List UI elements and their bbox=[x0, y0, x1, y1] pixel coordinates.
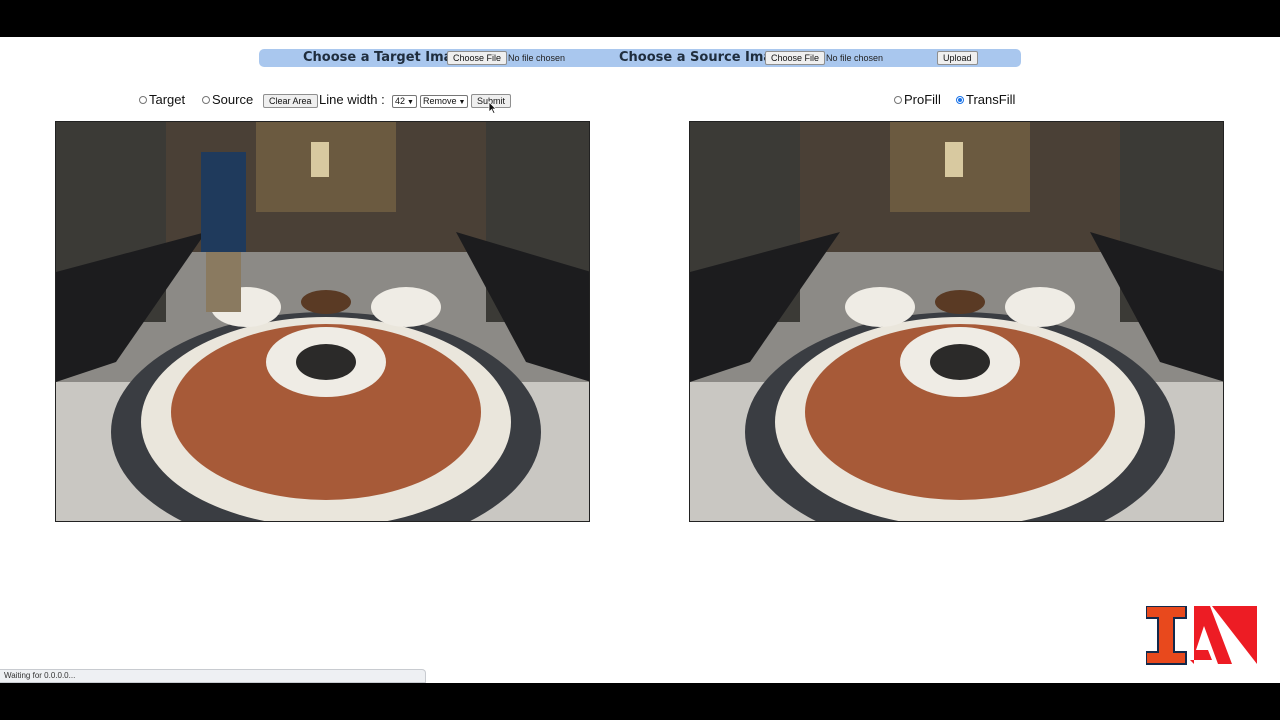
line-width-select[interactable]: 42 ▼ bbox=[392, 95, 417, 108]
university-adobe-logo bbox=[1146, 606, 1257, 665]
source-radio-label: Source bbox=[212, 92, 254, 107]
target-radio[interactable] bbox=[139, 95, 147, 104]
transfill-radio-option[interactable]: TransFill bbox=[956, 92, 1015, 107]
browser-status-bar: Waiting for 0.0.0.0... bbox=[0, 669, 426, 683]
mode-value: Remove bbox=[423, 96, 457, 106]
line-width-value: 42 bbox=[395, 96, 406, 106]
upload-bar: Choose a Target Image: Choose File No fi… bbox=[259, 49, 1021, 67]
transfill-radio-label: TransFill bbox=[966, 92, 1016, 107]
transfill-radio[interactable] bbox=[956, 95, 964, 104]
app-page: Choose a Target Image: Choose File No fi… bbox=[0, 37, 1280, 683]
chevron-down-icon: ▼ bbox=[458, 99, 466, 106]
chevron-down-icon: ▼ bbox=[407, 99, 414, 106]
source-choose-file-button[interactable]: Choose File bbox=[765, 51, 826, 65]
target-image-canvas[interactable] bbox=[55, 121, 590, 522]
target-choose-file-button[interactable]: Choose File bbox=[447, 51, 508, 65]
cathedral-floor-filled-image bbox=[690, 122, 1223, 521]
source-radio-option[interactable]: Source bbox=[202, 92, 253, 107]
cathedral-floor-image bbox=[56, 122, 589, 521]
target-radio-label: Target bbox=[149, 92, 186, 107]
mode-select[interactable]: Remove ▼ bbox=[420, 95, 469, 108]
profill-radio[interactable] bbox=[894, 95, 902, 104]
profill-radio-label: ProFill bbox=[904, 92, 941, 107]
source-radio[interactable] bbox=[202, 95, 210, 104]
profill-radio-option[interactable]: ProFill bbox=[894, 92, 941, 107]
upload-button[interactable]: Upload bbox=[937, 51, 978, 65]
target-no-file-text: No file chosen bbox=[508, 53, 566, 63]
line-width-label: Line width : bbox=[319, 92, 385, 107]
target-radio-option[interactable]: Target bbox=[139, 92, 185, 107]
mouse-cursor-icon bbox=[488, 101, 497, 114]
source-no-file-text: No file chosen bbox=[826, 53, 884, 63]
result-image-canvas bbox=[689, 121, 1224, 522]
clear-area-button[interactable]: Clear Area bbox=[263, 94, 318, 108]
